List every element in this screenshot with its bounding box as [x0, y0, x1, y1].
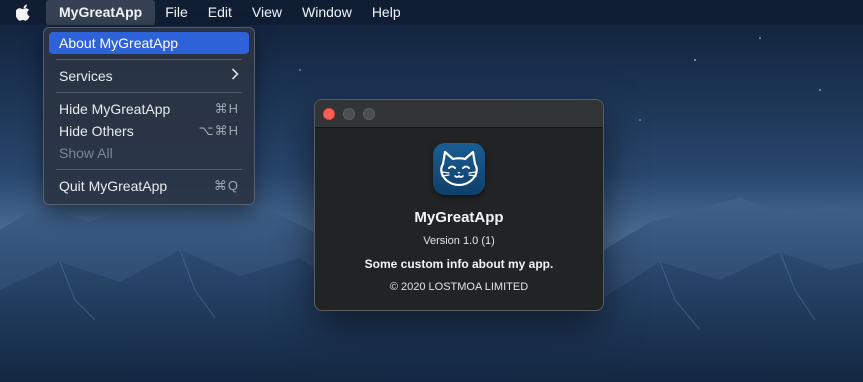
menu-item-hide-others[interactable]: Hide Others ⌥⌘H — [49, 120, 249, 142]
menu-separator — [56, 59, 242, 60]
app-name: MyGreatApp — [414, 209, 504, 226]
menu-item-label: Show All — [59, 145, 113, 161]
custom-info: Some custom info about my app. — [364, 257, 554, 271]
menu-item-label: Hide Others — [59, 123, 134, 139]
menu-view[interactable]: View — [242, 0, 292, 25]
menu-item-hide[interactable]: Hide MyGreatApp ⌘H — [49, 98, 249, 120]
menu-item-label: Quit MyGreatApp — [59, 178, 168, 194]
window-titlebar[interactable] — [315, 100, 603, 128]
cat-face-icon — [433, 143, 485, 195]
menu-item-shortcut: ⌘H — [214, 101, 239, 116]
apple-logo-icon[interactable] — [0, 0, 46, 25]
about-window: MyGreatApp Version 1.0 (1) Some custom i… — [314, 99, 604, 311]
menu-item-shortcut: ⌘Q — [213, 178, 239, 193]
menu-item-label: Hide MyGreatApp — [59, 101, 171, 117]
menu-item-shortcut: ⌥⌘H — [198, 123, 239, 138]
menu-help[interactable]: Help — [362, 0, 411, 25]
menu-item-services[interactable]: Services — [49, 65, 249, 87]
menu-item-quit[interactable]: Quit MyGreatApp ⌘Q — [49, 175, 249, 197]
menu-item-show-all: Show All — [49, 142, 249, 164]
menu-item-label: Services — [59, 68, 113, 84]
zoom-button — [363, 107, 375, 120]
menu-bar: MyGreatApp File Edit View Window Help — [0, 0, 863, 25]
menu-separator — [56, 92, 242, 93]
copyright: © 2020 LOSTMOA LIMITED — [389, 281, 529, 293]
close-button[interactable] — [323, 107, 335, 120]
app-menu-dropdown: About MyGreatApp Services Hide MyGreatAp… — [43, 27, 255, 205]
menu-mygreatapp[interactable]: MyGreatApp — [46, 0, 156, 25]
app-version: Version 1.0 (1) — [423, 235, 495, 247]
menu-separator — [56, 169, 242, 170]
menu-item-label: About MyGreatApp — [59, 35, 179, 51]
menu-item-about[interactable]: About MyGreatApp — [49, 32, 249, 54]
minimize-button — [343, 107, 355, 120]
menu-window[interactable]: Window — [292, 0, 362, 25]
menu-edit[interactable]: Edit — [198, 0, 242, 25]
chevron-right-icon — [231, 65, 239, 87]
menu-file[interactable]: File — [155, 0, 198, 25]
about-content: MyGreatApp Version 1.0 (1) Some custom i… — [315, 143, 603, 293]
